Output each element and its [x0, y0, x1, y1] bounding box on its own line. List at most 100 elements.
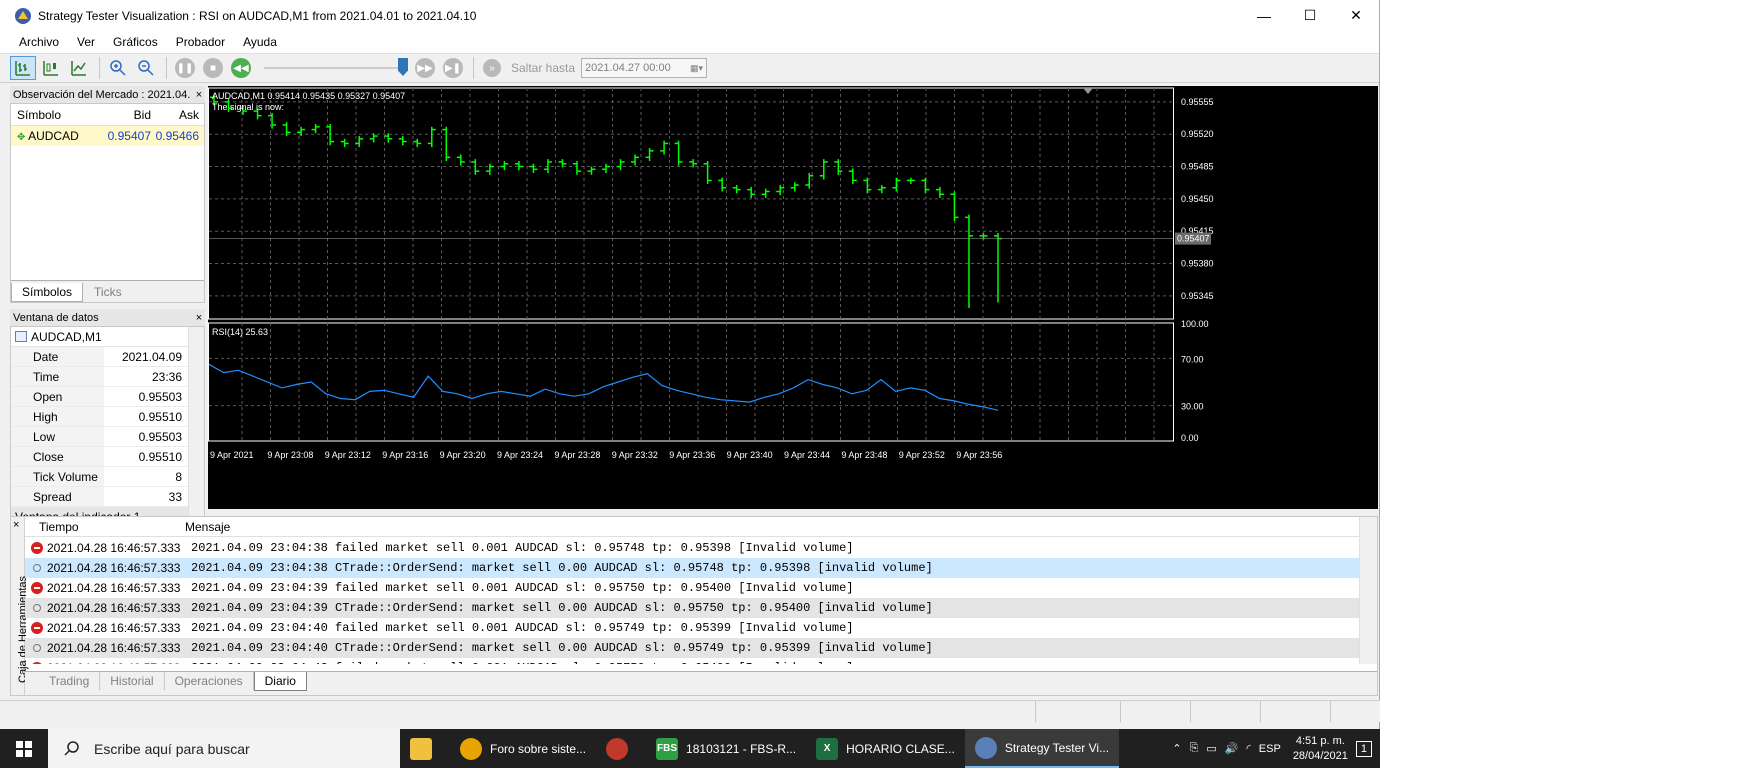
language-indicator[interactable]: ESP: [1255, 743, 1285, 755]
taskbar-excel[interactable]: X HORARIO CLASE...: [806, 729, 965, 768]
price-tick-label: 0.95485: [1181, 162, 1214, 172]
market-watch-close-icon[interactable]: ×: [193, 89, 205, 101]
speed-slider[interactable]: [264, 58, 408, 76]
tab-diario[interactable]: Diario: [253, 672, 307, 691]
menu-ayuda[interactable]: Ayuda: [234, 35, 286, 49]
log-time: 2021.04.28 16:46:57.333: [47, 601, 181, 615]
minimize-button[interactable]: —: [1241, 0, 1287, 31]
log-row[interactable]: 2021.04.28 16:46:57.3332021.04.09 23:04:…: [25, 598, 1359, 618]
market-watch-tabs: Símbolos Ticks: [11, 280, 204, 302]
log-row[interactable]: 2021.04.28 16:46:57.3332021.04.09 23:04:…: [25, 638, 1359, 658]
bar-chart-icon: [15, 61, 30, 76]
log-row[interactable]: 2021.04.28 16:46:57.3332021.04.09 23:04:…: [25, 618, 1359, 638]
menu-archivo[interactable]: Archivo: [10, 35, 68, 49]
price-chart[interactable]: 0.955550.955200.954850.954500.954150.953…: [208, 86, 1378, 509]
price-tick-label: 0.95345: [1181, 291, 1214, 301]
speed-slider-thumb[interactable]: [398, 58, 408, 76]
saltar-button[interactable]: »: [479, 56, 505, 80]
symbol-row-audcad[interactable]: ✥ AUDCAD 0.95407 0.95466: [11, 126, 204, 146]
data-row: Low 0.95503: [11, 427, 204, 447]
time-tick-label: 9 Apr 23:32: [612, 450, 658, 460]
col-bid[interactable]: Bid: [106, 108, 154, 122]
tab-trading[interactable]: Trading: [39, 672, 101, 690]
taskbar-app[interactable]: [596, 729, 646, 768]
data-row: High 0.95510: [11, 407, 204, 427]
log-time: 2021.04.28 16:46:57.333: [47, 661, 191, 664]
bid-cell: 0.95407: [107, 129, 151, 143]
data-window-symbol: AUDCAD,M1: [11, 327, 204, 347]
menu-ver[interactable]: Ver: [68, 35, 104, 49]
time-tick-label: 9 Apr 23:24: [497, 450, 543, 460]
wifi-icon[interactable]: ◜: [1243, 742, 1255, 755]
rsi-frame: [208, 322, 1174, 442]
tab-operaciones[interactable]: Operaciones: [165, 672, 254, 690]
log-scrollbar[interactable]: [1359, 517, 1377, 664]
calendar-dropdown-icon[interactable]: ▦▾: [690, 63, 706, 74]
col-ask[interactable]: Ask: [154, 108, 202, 122]
col-tiempo[interactable]: Tiempo: [25, 520, 185, 534]
col-symbol[interactable]: Símbolo: [11, 108, 106, 122]
line-chart-button[interactable]: [66, 56, 92, 80]
taskbar-chrome[interactable]: Foro sobre siste...: [450, 729, 596, 768]
log-time: 2021.04.28 16:46:57.333: [47, 541, 181, 555]
menu-bar: Archivo Ver Gráficos Probador Ayuda: [0, 31, 1379, 53]
zoom-out-button[interactable]: [133, 56, 159, 80]
price-frame: [208, 87, 1174, 320]
zoom-in-button[interactable]: [105, 56, 131, 80]
taskbar-strategy-tester[interactable]: Strategy Tester Vi...: [964, 729, 1120, 768]
stop-button[interactable]: ■: [200, 56, 226, 80]
log-row[interactable]: 2021.04.28 16:46:57.3332021.04.09 23:04:…: [25, 558, 1359, 578]
log-row[interactable]: 2021.04.28 16:46:57.3332021.04.09 23:04:…: [25, 578, 1359, 598]
data-row: Time 23:36: [11, 367, 204, 387]
chart-area[interactable]: 0.95555 0.95520 0.95485 0.95450 0.95415 0.953…: [208, 86, 1378, 509]
info-icon: [31, 602, 43, 614]
rsi-tick-label: 100.00: [1181, 319, 1209, 329]
candlestick-button[interactable]: [38, 56, 64, 80]
tab-ticks[interactable]: Ticks: [83, 282, 133, 302]
volume-icon[interactable]: 🔊: [1221, 742, 1243, 755]
data-row: Tick Volume 8: [11, 467, 204, 487]
close-button[interactable]: ✕: [1333, 0, 1379, 31]
time-tick-label: 9 Apr 23:48: [841, 450, 887, 460]
pause-button[interactable]: ❚❚: [172, 56, 198, 80]
skip-end-button[interactable]: ▶❚: [440, 56, 466, 80]
toolbox-close-icon[interactable]: ×: [13, 519, 19, 531]
col-mensaje[interactable]: Mensaje: [185, 520, 230, 534]
tab-historial[interactable]: Historial: [100, 672, 165, 690]
menu-graficos[interactable]: Gráficos: [104, 35, 167, 49]
notification-icon[interactable]: 1: [1355, 740, 1372, 757]
data-window-title-bar: Ventana de datos ×: [10, 309, 205, 326]
market-watch-header: Símbolo Bid Ask: [11, 104, 204, 126]
log-message: 2021.04.09 23:04:38 CTrade::OrderSend: m…: [191, 561, 933, 575]
taskbar-search[interactable]: Escribe aquí para buscar: [48, 729, 400, 768]
taskbar-file-explorer[interactable]: [400, 729, 450, 768]
start-button[interactable]: [0, 729, 48, 768]
menu-probador[interactable]: Probador: [167, 35, 234, 49]
log-row[interactable]: 2021.04.28 16:46:57.3332021.04.09 23:04:…: [25, 658, 1359, 664]
log-message: 2021.04.09 23:04:40 failed market sell 0…: [191, 621, 854, 635]
rsi-tick-label: 0.00: [1181, 433, 1199, 443]
bar-chart-button[interactable]: [10, 56, 36, 80]
data-row: Close 0.95510: [11, 447, 204, 467]
time-tick-label: 9 Apr 23:20: [440, 450, 486, 460]
data-row: Open 0.95503: [11, 387, 204, 407]
maximize-button[interactable]: ☐: [1287, 0, 1333, 31]
saltar-date-field[interactable]: 2021.04.27 00:00 ▦▾: [581, 58, 708, 78]
search-placeholder: Escribe aquí para buscar: [94, 740, 250, 757]
log-message: 2021.04.09 23:04:38 failed market sell 0…: [191, 541, 854, 555]
network-device-icon[interactable]: ⎘: [1186, 742, 1203, 755]
data-window-close-icon[interactable]: ×: [193, 312, 205, 324]
rewind-button[interactable]: ◀◀: [228, 56, 254, 80]
price-tick-label: 0.95380: [1181, 259, 1214, 269]
tab-simbolos[interactable]: Símbolos: [11, 283, 84, 302]
taskbar-fbs[interactable]: FBS 18103121 - FBS-R...: [646, 729, 806, 768]
log-row[interactable]: 2021.04.28 16:46:57.333 2021.04.09 23:04:…: [25, 538, 1359, 558]
data-window-scrollbar[interactable]: [188, 327, 204, 528]
time-tick-label: 9 Apr 23:16: [382, 450, 428, 460]
terminal-window: Strategy Tester Visualization : RSI on A…: [0, 0, 1380, 729]
time-tick-label: 9 Apr 23:36: [669, 450, 715, 460]
clock[interactable]: 4:51 p. m. 28/04/2021: [1285, 734, 1356, 764]
battery-icon[interactable]: ▭: [1202, 742, 1220, 755]
step-forward-button[interactable]: ▶▶: [412, 56, 438, 80]
chevron-up-icon[interactable]: ⌃: [1168, 742, 1185, 755]
